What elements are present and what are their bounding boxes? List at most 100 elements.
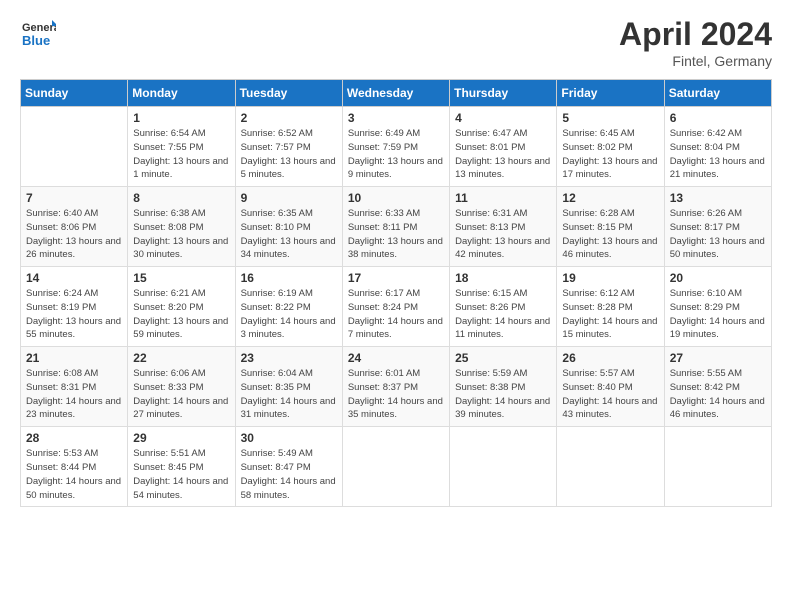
- header: General Blue April 2024 Fintel, Germany: [20, 16, 772, 69]
- week-row-0: 1 Sunrise: 6:54 AM Sunset: 7:55 PM Dayli…: [21, 107, 772, 187]
- week-row-3: 21 Sunrise: 6:08 AM Sunset: 8:31 PM Dayl…: [21, 347, 772, 427]
- day-number: 2: [241, 111, 337, 125]
- day-detail: Sunrise: 6:49 AM Sunset: 7:59 PM Dayligh…: [348, 127, 444, 182]
- day-number: 5: [562, 111, 658, 125]
- day-cell: 26 Sunrise: 5:57 AM Sunset: 8:40 PM Dayl…: [557, 347, 664, 427]
- day-cell: 3 Sunrise: 6:49 AM Sunset: 7:59 PM Dayli…: [342, 107, 449, 187]
- day-cell: 4 Sunrise: 6:47 AM Sunset: 8:01 PM Dayli…: [450, 107, 557, 187]
- day-detail: Sunrise: 6:42 AM Sunset: 8:04 PM Dayligh…: [670, 127, 766, 182]
- col-monday: Monday: [128, 80, 235, 107]
- day-cell: 10 Sunrise: 6:33 AM Sunset: 8:11 PM Dayl…: [342, 187, 449, 267]
- day-detail: Sunrise: 6:38 AM Sunset: 8:08 PM Dayligh…: [133, 207, 229, 262]
- day-cell: 24 Sunrise: 6:01 AM Sunset: 8:37 PM Dayl…: [342, 347, 449, 427]
- day-cell: 13 Sunrise: 6:26 AM Sunset: 8:17 PM Dayl…: [664, 187, 771, 267]
- day-cell: 9 Sunrise: 6:35 AM Sunset: 8:10 PM Dayli…: [235, 187, 342, 267]
- day-cell: [557, 427, 664, 507]
- day-detail: Sunrise: 6:40 AM Sunset: 8:06 PM Dayligh…: [26, 207, 122, 262]
- day-number: 16: [241, 271, 337, 285]
- day-cell: 11 Sunrise: 6:31 AM Sunset: 8:13 PM Dayl…: [450, 187, 557, 267]
- day-cell: 14 Sunrise: 6:24 AM Sunset: 8:19 PM Dayl…: [21, 267, 128, 347]
- day-number: 6: [670, 111, 766, 125]
- day-detail: Sunrise: 6:15 AM Sunset: 8:26 PM Dayligh…: [455, 287, 551, 342]
- location: Fintel, Germany: [619, 53, 772, 69]
- page: General Blue April 2024 Fintel, Germany …: [0, 0, 792, 612]
- month-title: April 2024: [619, 16, 772, 53]
- day-detail: Sunrise: 6:19 AM Sunset: 8:22 PM Dayligh…: [241, 287, 337, 342]
- col-tuesday: Tuesday: [235, 80, 342, 107]
- logo-svg: General Blue: [20, 16, 56, 52]
- day-detail: Sunrise: 6:26 AM Sunset: 8:17 PM Dayligh…: [670, 207, 766, 262]
- week-row-2: 14 Sunrise: 6:24 AM Sunset: 8:19 PM Dayl…: [21, 267, 772, 347]
- day-detail: Sunrise: 6:10 AM Sunset: 8:29 PM Dayligh…: [670, 287, 766, 342]
- day-cell: 2 Sunrise: 6:52 AM Sunset: 7:57 PM Dayli…: [235, 107, 342, 187]
- day-cell: 22 Sunrise: 6:06 AM Sunset: 8:33 PM Dayl…: [128, 347, 235, 427]
- day-detail: Sunrise: 6:17 AM Sunset: 8:24 PM Dayligh…: [348, 287, 444, 342]
- day-cell: 1 Sunrise: 6:54 AM Sunset: 7:55 PM Dayli…: [128, 107, 235, 187]
- day-number: 22: [133, 351, 229, 365]
- day-detail: Sunrise: 6:54 AM Sunset: 7:55 PM Dayligh…: [133, 127, 229, 182]
- day-number: 25: [455, 351, 551, 365]
- day-cell: [342, 427, 449, 507]
- day-detail: Sunrise: 6:21 AM Sunset: 8:20 PM Dayligh…: [133, 287, 229, 342]
- day-cell: 29 Sunrise: 5:51 AM Sunset: 8:45 PM Dayl…: [128, 427, 235, 507]
- calendar-table: Sunday Monday Tuesday Wednesday Thursday…: [20, 79, 772, 507]
- day-number: 24: [348, 351, 444, 365]
- title-block: April 2024 Fintel, Germany: [619, 16, 772, 69]
- day-detail: Sunrise: 6:28 AM Sunset: 8:15 PM Dayligh…: [562, 207, 658, 262]
- day-cell: 12 Sunrise: 6:28 AM Sunset: 8:15 PM Dayl…: [557, 187, 664, 267]
- day-detail: Sunrise: 5:53 AM Sunset: 8:44 PM Dayligh…: [26, 447, 122, 502]
- day-number: 15: [133, 271, 229, 285]
- col-wednesday: Wednesday: [342, 80, 449, 107]
- day-detail: Sunrise: 6:52 AM Sunset: 7:57 PM Dayligh…: [241, 127, 337, 182]
- day-detail: Sunrise: 6:01 AM Sunset: 8:37 PM Dayligh…: [348, 367, 444, 422]
- day-number: 1: [133, 111, 229, 125]
- day-detail: Sunrise: 5:55 AM Sunset: 8:42 PM Dayligh…: [670, 367, 766, 422]
- day-cell: [450, 427, 557, 507]
- day-detail: Sunrise: 6:45 AM Sunset: 8:02 PM Dayligh…: [562, 127, 658, 182]
- day-detail: Sunrise: 5:57 AM Sunset: 8:40 PM Dayligh…: [562, 367, 658, 422]
- day-detail: Sunrise: 6:04 AM Sunset: 8:35 PM Dayligh…: [241, 367, 337, 422]
- logo: General Blue: [20, 16, 56, 52]
- day-cell: 23 Sunrise: 6:04 AM Sunset: 8:35 PM Dayl…: [235, 347, 342, 427]
- day-cell: 19 Sunrise: 6:12 AM Sunset: 8:28 PM Dayl…: [557, 267, 664, 347]
- day-number: 10: [348, 191, 444, 205]
- day-cell: 27 Sunrise: 5:55 AM Sunset: 8:42 PM Dayl…: [664, 347, 771, 427]
- week-row-4: 28 Sunrise: 5:53 AM Sunset: 8:44 PM Dayl…: [21, 427, 772, 507]
- day-detail: Sunrise: 6:47 AM Sunset: 8:01 PM Dayligh…: [455, 127, 551, 182]
- day-cell: 8 Sunrise: 6:38 AM Sunset: 8:08 PM Dayli…: [128, 187, 235, 267]
- day-detail: Sunrise: 6:33 AM Sunset: 8:11 PM Dayligh…: [348, 207, 444, 262]
- day-detail: Sunrise: 6:31 AM Sunset: 8:13 PM Dayligh…: [455, 207, 551, 262]
- day-cell: 17 Sunrise: 6:17 AM Sunset: 8:24 PM Dayl…: [342, 267, 449, 347]
- week-row-1: 7 Sunrise: 6:40 AM Sunset: 8:06 PM Dayli…: [21, 187, 772, 267]
- day-cell: 18 Sunrise: 6:15 AM Sunset: 8:26 PM Dayl…: [450, 267, 557, 347]
- day-detail: Sunrise: 5:59 AM Sunset: 8:38 PM Dayligh…: [455, 367, 551, 422]
- day-cell: [21, 107, 128, 187]
- day-number: 14: [26, 271, 122, 285]
- day-cell: 21 Sunrise: 6:08 AM Sunset: 8:31 PM Dayl…: [21, 347, 128, 427]
- col-saturday: Saturday: [664, 80, 771, 107]
- day-number: 11: [455, 191, 551, 205]
- day-detail: Sunrise: 5:51 AM Sunset: 8:45 PM Dayligh…: [133, 447, 229, 502]
- day-number: 13: [670, 191, 766, 205]
- day-detail: Sunrise: 6:08 AM Sunset: 8:31 PM Dayligh…: [26, 367, 122, 422]
- day-number: 19: [562, 271, 658, 285]
- day-cell: 28 Sunrise: 5:53 AM Sunset: 8:44 PM Dayl…: [21, 427, 128, 507]
- day-number: 23: [241, 351, 337, 365]
- col-sunday: Sunday: [21, 80, 128, 107]
- day-detail: Sunrise: 6:12 AM Sunset: 8:28 PM Dayligh…: [562, 287, 658, 342]
- day-cell: 5 Sunrise: 6:45 AM Sunset: 8:02 PM Dayli…: [557, 107, 664, 187]
- day-number: 30: [241, 431, 337, 445]
- day-number: 8: [133, 191, 229, 205]
- day-cell: 16 Sunrise: 6:19 AM Sunset: 8:22 PM Dayl…: [235, 267, 342, 347]
- day-cell: 15 Sunrise: 6:21 AM Sunset: 8:20 PM Dayl…: [128, 267, 235, 347]
- day-number: 3: [348, 111, 444, 125]
- day-cell: 6 Sunrise: 6:42 AM Sunset: 8:04 PM Dayli…: [664, 107, 771, 187]
- day-detail: Sunrise: 6:24 AM Sunset: 8:19 PM Dayligh…: [26, 287, 122, 342]
- day-detail: Sunrise: 5:49 AM Sunset: 8:47 PM Dayligh…: [241, 447, 337, 502]
- day-cell: 30 Sunrise: 5:49 AM Sunset: 8:47 PM Dayl…: [235, 427, 342, 507]
- day-number: 26: [562, 351, 658, 365]
- header-row: Sunday Monday Tuesday Wednesday Thursday…: [21, 80, 772, 107]
- day-cell: 25 Sunrise: 5:59 AM Sunset: 8:38 PM Dayl…: [450, 347, 557, 427]
- day-number: 18: [455, 271, 551, 285]
- day-number: 29: [133, 431, 229, 445]
